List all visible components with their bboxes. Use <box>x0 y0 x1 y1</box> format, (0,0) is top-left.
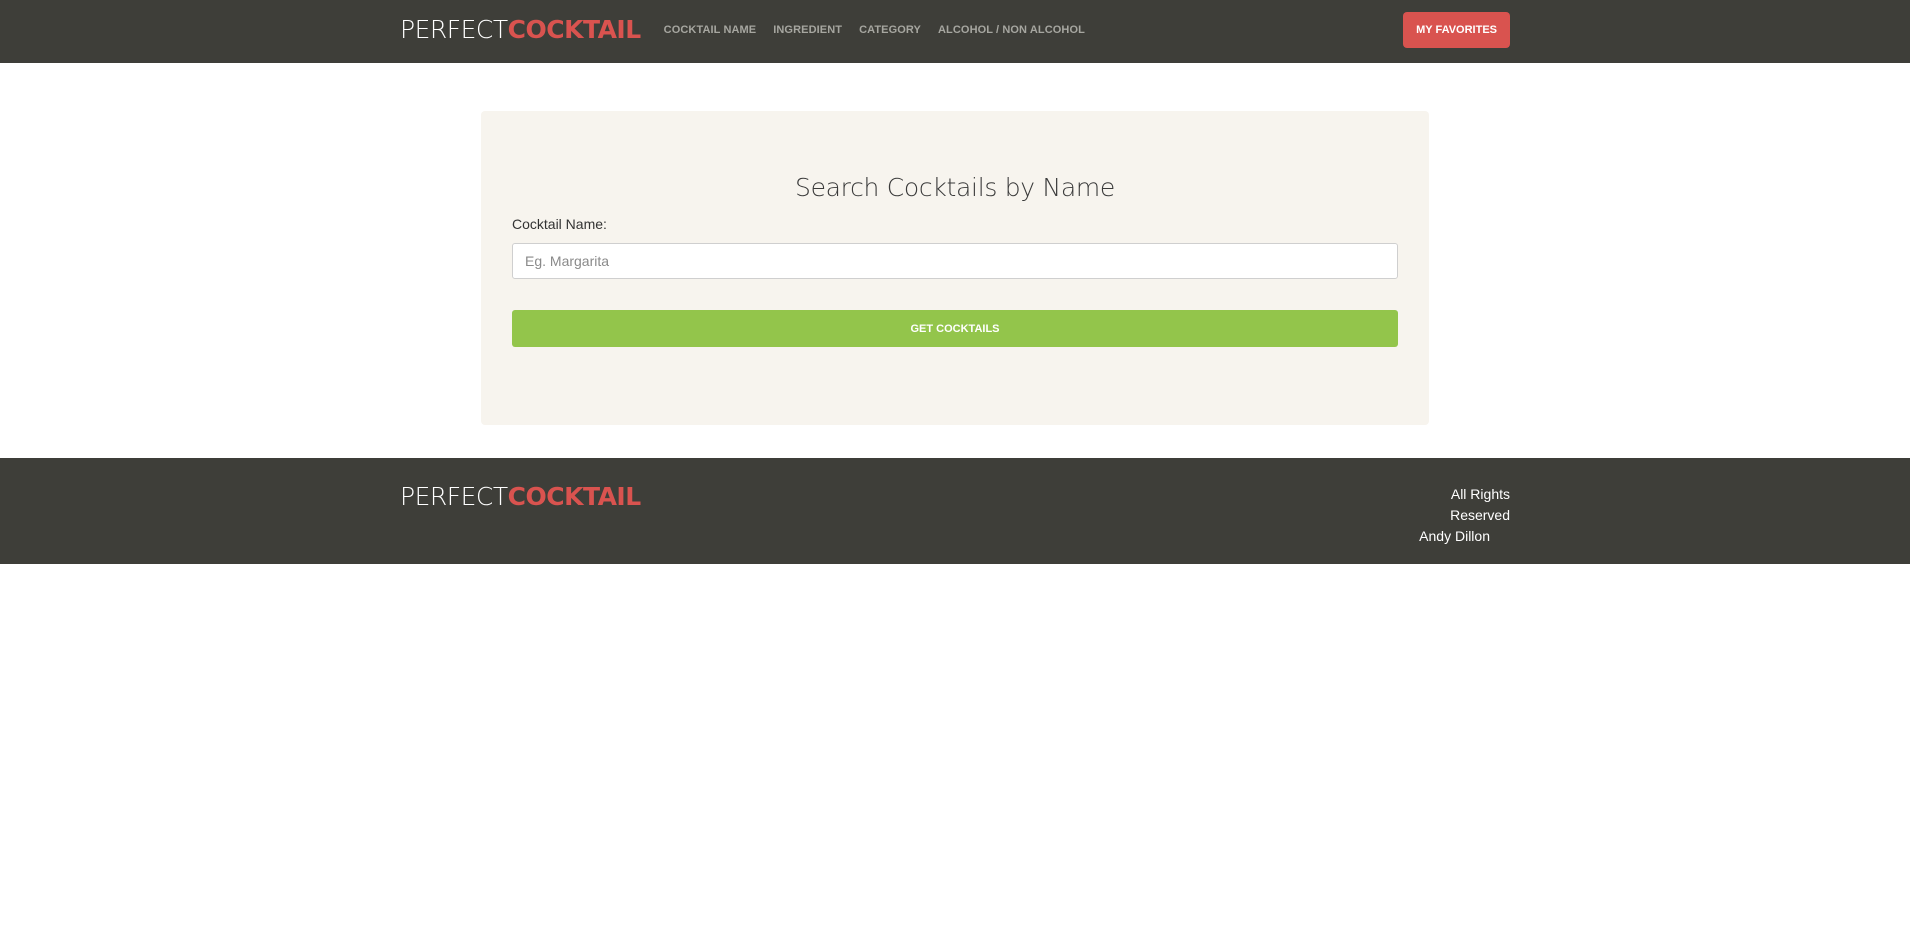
rights-text: All Rights Reserved <box>1450 486 1510 523</box>
brand-text-cocktail: COCKTAIL <box>507 15 642 44</box>
nav-link-cocktail-name[interactable]: COCKTAIL NAME <box>664 24 757 36</box>
brand-text-perfect: PERFECT <box>400 15 508 44</box>
footer-brand-text-cocktail: COCKTAIL <box>507 482 642 511</box>
main-nav: COCKTAIL NAME INGREDIENT CATEGORY ALCOHO… <box>664 24 1085 36</box>
top-navbar: PERFECT COCKTAIL COCKTAIL NAME INGREDIENT… <box>0 0 1910 63</box>
footer-brand-text-perfect: PERFECT <box>400 482 508 511</box>
brand-logo[interactable]: PERFECT COCKTAIL <box>400 15 641 44</box>
cocktail-name-label: Cocktail Name: <box>512 216 607 232</box>
search-title: Search Cocktails by Name <box>795 173 1115 202</box>
search-card: Search Cocktails by Name Cocktail Name: … <box>481 111 1429 425</box>
nav-link-ingredient[interactable]: INGREDIENT <box>773 24 842 36</box>
navbar-container: PERFECT COCKTAIL COCKTAIL NAME INGREDIENT… <box>400 0 1510 63</box>
nav-link-alcohol[interactable]: ALCOHOL / NON ALCOHOL <box>938 24 1085 36</box>
footer-brand-logo: PERFECT COCKTAIL <box>400 482 641 511</box>
author-name: Andy Dillon <box>1419 528 1490 544</box>
cocktail-name-input[interactable] <box>512 243 1398 279</box>
footer-credits: All Rights Reserved Andy Dillon <box>1390 484 1510 547</box>
page-footer: PERFECT COCKTAIL All Rights Reserved Andy… <box>0 458 1910 564</box>
nav-link-category[interactable]: CATEGORY <box>859 24 921 36</box>
my-favorites-button[interactable]: MY FAVORITES <box>1403 12 1510 48</box>
get-cocktails-button[interactable]: GET COCKTAILS <box>512 310 1398 347</box>
